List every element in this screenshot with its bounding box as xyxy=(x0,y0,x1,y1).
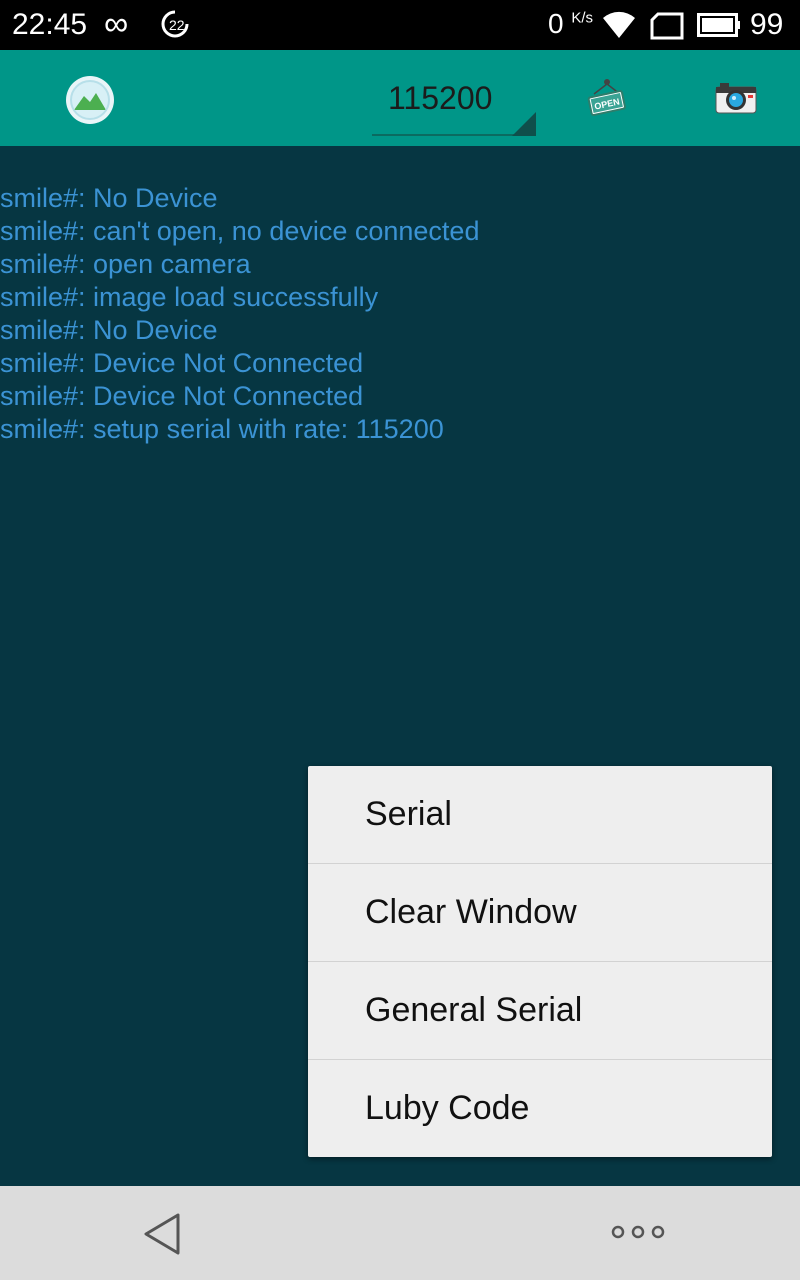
log-line: smile#: No Device xyxy=(0,183,218,213)
battery-icon xyxy=(697,13,740,37)
spinner-arrow-icon xyxy=(512,112,536,136)
data-saver-icon: 22 xyxy=(161,10,189,38)
toolbar: 115200 OPEN xyxy=(0,50,800,146)
baud-rate-spinner[interactable]: 115200 xyxy=(372,72,536,136)
log-line: smile#: Device Not Connected xyxy=(0,348,364,378)
battery-level: 99 xyxy=(750,8,784,41)
baud-rate-value: 115200 xyxy=(388,80,493,116)
data-saver-badge: 22 xyxy=(169,17,185,33)
wifi-icon xyxy=(603,11,635,38)
sim-icon xyxy=(650,12,684,40)
camera-icon[interactable] xyxy=(714,80,758,116)
menu-item-luby-code[interactable]: Luby Code xyxy=(308,1059,772,1157)
log-line: smile#: open camera xyxy=(0,249,251,279)
infinity-icon: ∞ xyxy=(104,5,129,43)
overflow-menu: Serial Clear Window General Serial Luby … xyxy=(308,766,772,1157)
menu-item-general-serial[interactable]: General Serial xyxy=(308,961,772,1059)
navigation-bar xyxy=(0,1186,800,1280)
net-speed: 0 K/s xyxy=(548,8,594,39)
log-line: smile#: Device Not Connected xyxy=(0,381,364,411)
menu-item-serial[interactable]: Serial xyxy=(308,766,772,863)
more-icon[interactable] xyxy=(610,1224,666,1240)
console-log: smile#: No Device smile#: can't open, no… xyxy=(0,182,800,446)
status-time: 22:45 xyxy=(12,8,88,41)
log-line: smile#: can't open, no device connected xyxy=(0,216,480,246)
open-sign-icon[interactable]: OPEN xyxy=(586,78,628,118)
log-line: smile#: No Device xyxy=(0,315,218,345)
status-bar: 22:45 ∞ 22 0 K/s 99 xyxy=(0,0,800,50)
log-line: smile#: image load successfully xyxy=(0,282,379,312)
menu-item-clear-window[interactable]: Clear Window xyxy=(308,863,772,961)
back-icon[interactable] xyxy=(142,1212,184,1256)
app-logo-icon[interactable] xyxy=(66,76,114,124)
log-line: smile#: setup serial with rate: 115200 xyxy=(0,414,444,444)
